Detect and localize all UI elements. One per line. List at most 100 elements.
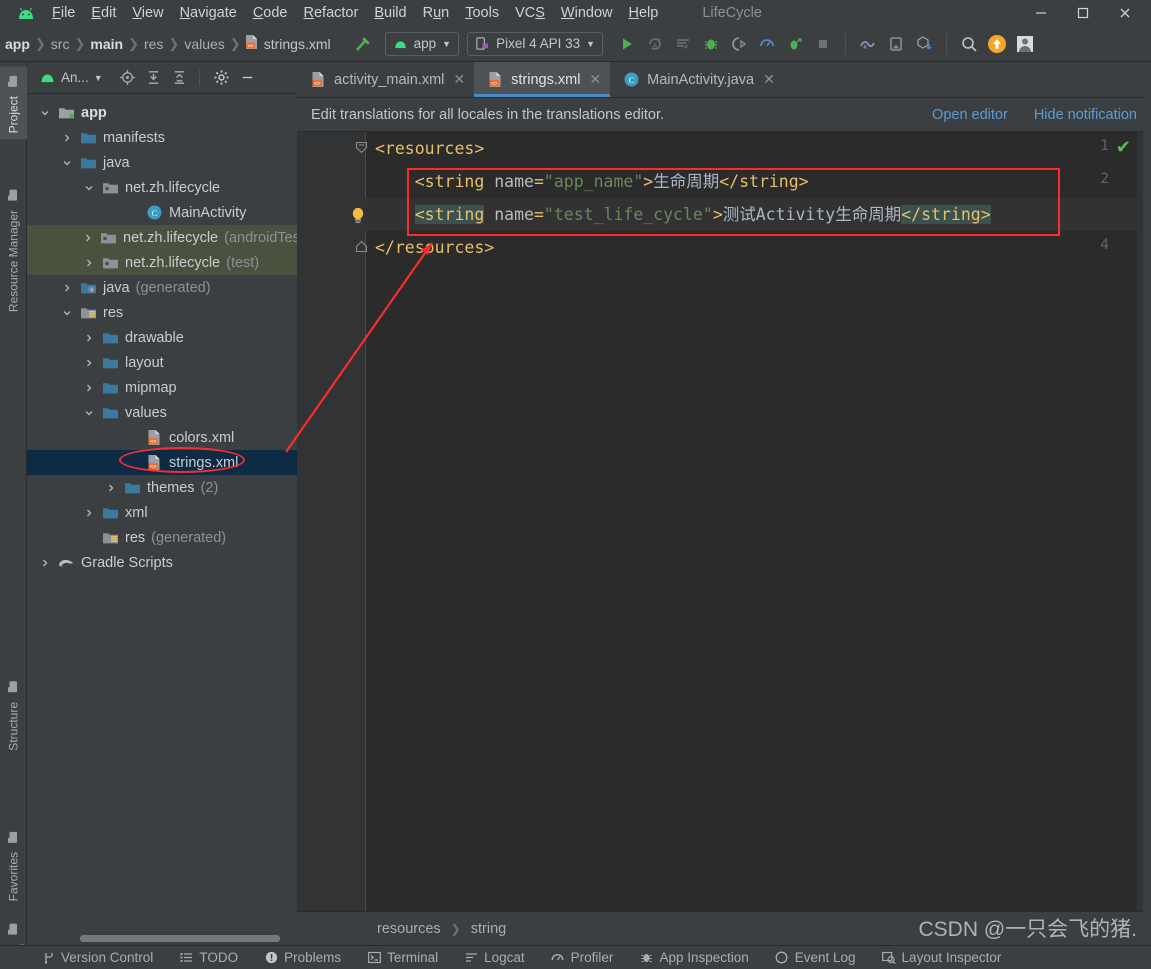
maximize-icon[interactable] xyxy=(1063,0,1103,26)
bottom-tab-logcat[interactable]: Logcat xyxy=(451,950,538,965)
minimize-icon[interactable] xyxy=(1021,0,1061,26)
settings-gear-icon[interactable] xyxy=(211,67,233,89)
bottom-tab-app-inspection[interactable]: App Inspection xyxy=(626,950,761,965)
breadcrumb-current-file[interactable]: <> strings.xml xyxy=(241,34,331,53)
tree-node-layout[interactable]: layout xyxy=(27,350,297,375)
hide-panel-icon[interactable] xyxy=(237,67,259,89)
tree-node-values[interactable]: values xyxy=(27,400,297,425)
attach-debugger-icon[interactable] xyxy=(727,32,751,56)
breadcrumb-resources[interactable]: resources xyxy=(377,921,441,937)
chevron-down-icon[interactable] xyxy=(83,408,95,418)
tree-node-colors-xml[interactable]: <> colors.xml xyxy=(27,425,297,450)
bottom-tab-problems[interactable]: Problems xyxy=(251,950,354,965)
hide-notification-link[interactable]: Hide notification xyxy=(1034,107,1137,123)
breadcrumb-main[interactable]: main xyxy=(85,36,128,52)
code-editor[interactable]: 1 2 3 4 <resources> <string name="app_na… xyxy=(297,132,1151,911)
chevron-down-icon[interactable] xyxy=(61,158,73,168)
breadcrumb-string[interactable]: string xyxy=(471,921,506,937)
apply-changes-icon[interactable]: A xyxy=(643,32,667,56)
menu-item-vcs[interactable]: VCS xyxy=(507,3,553,23)
tree-node-manifests[interactable]: manifests xyxy=(27,125,297,150)
close-icon[interactable] xyxy=(1105,0,1145,26)
tree-node-java[interactable]: java xyxy=(27,150,297,175)
bottom-tab-event-log[interactable]: Event Log xyxy=(762,950,869,965)
chevron-right-icon[interactable] xyxy=(83,258,95,268)
tree-node-net-zh-lifecycle[interactable]: net.zh.lifecycle xyxy=(27,175,297,200)
profiler-icon[interactable] xyxy=(755,32,779,56)
breadcrumb-app[interactable]: app xyxy=(0,36,35,52)
menu-item-file[interactable]: File xyxy=(44,3,83,23)
menu-item-tools[interactable]: Tools xyxy=(457,3,507,23)
search-everywhere-icon[interactable] xyxy=(957,32,981,56)
menu-item-edit[interactable]: Edit xyxy=(83,3,124,23)
code-content[interactable]: <resources> <string name="app_name">生命周期… xyxy=(365,132,1151,911)
tree-node-gradle-scripts[interactable]: Gradle Scripts xyxy=(27,550,297,575)
tool-window-tab-structure[interactable]: Structure xyxy=(0,672,27,757)
chevron-right-icon[interactable] xyxy=(83,508,95,518)
menu-item-navigate[interactable]: Navigate xyxy=(172,3,245,23)
project-panel-horizontal-scrollbar[interactable] xyxy=(80,935,280,942)
sync-gradle-icon[interactable] xyxy=(856,32,880,56)
bottom-tab-terminal[interactable]: Terminal xyxy=(354,950,451,965)
tree-node-app[interactable]: app xyxy=(27,100,297,125)
chevron-right-icon[interactable] xyxy=(61,283,73,293)
code-line-3[interactable]: <string name="test_life_cycle">测试Activit… xyxy=(365,198,1151,231)
tree-node-xml[interactable]: xml xyxy=(27,500,297,525)
tree-node-net-zh-lifecycle[interactable]: net.zh.lifecycle (test) xyxy=(27,250,297,275)
tree-node-themes[interactable]: themes (2) xyxy=(27,475,297,500)
bottom-tab-version-control[interactable]: Version Control xyxy=(28,950,166,965)
avd-manager-icon[interactable] xyxy=(884,32,908,56)
tree-node-drawable[interactable]: drawable xyxy=(27,325,297,350)
editor-tab-mainactivity-java[interactable]: C MainActivity.java ✕ xyxy=(610,62,784,97)
open-editor-link[interactable]: Open editor xyxy=(932,107,1008,123)
tree-node-res[interactable]: res xyxy=(27,300,297,325)
menu-item-view[interactable]: View xyxy=(124,3,171,23)
breadcrumb-res[interactable]: res xyxy=(139,36,168,52)
close-icon[interactable]: ✕ xyxy=(453,71,465,88)
chevron-right-icon[interactable] xyxy=(39,558,51,568)
chevron-right-icon[interactable] xyxy=(83,358,95,368)
menu-item-window[interactable]: Window xyxy=(553,3,621,23)
chevron-right-icon[interactable] xyxy=(83,383,95,393)
locate-icon[interactable] xyxy=(117,67,139,89)
sdk-manager-icon[interactable] xyxy=(912,32,936,56)
code-line-4[interactable]: </resources> xyxy=(375,231,494,264)
breadcrumb-src[interactable]: src xyxy=(46,36,75,52)
tool-window-tab-project[interactable]: Project xyxy=(0,66,27,140)
collapse-all-icon[interactable] xyxy=(169,67,191,89)
menu-item-build[interactable]: Build xyxy=(366,3,414,23)
expand-all-icon[interactable] xyxy=(143,67,165,89)
tree-node-res[interactable]: res (generated) xyxy=(27,525,297,550)
hammer-icon[interactable] xyxy=(349,32,377,56)
chevron-right-icon[interactable] xyxy=(61,133,73,143)
close-icon[interactable]: ✕ xyxy=(589,71,601,88)
chevron-down-icon[interactable] xyxy=(61,308,73,318)
bottom-tab-layout-inspector[interactable]: Layout Inspector xyxy=(869,950,1015,965)
run-with-coverage-icon[interactable] xyxy=(783,32,807,56)
device-selector[interactable]: Pixel 4 API 33 ▼ xyxy=(467,31,604,56)
debug-icon[interactable] xyxy=(699,32,723,56)
stop-icon[interactable] xyxy=(811,32,835,56)
tree-node-java[interactable]: java (generated) xyxy=(27,275,297,300)
chevron-right-icon[interactable] xyxy=(83,333,95,343)
tree-node-strings-xml[interactable]: <> strings.xml xyxy=(27,450,297,475)
tree-node-mainactivity[interactable]: C MainActivity xyxy=(27,200,297,225)
chevron-right-icon[interactable] xyxy=(83,233,93,243)
code-line-2[interactable]: <string name="app_name">生命周期</string> xyxy=(375,165,809,198)
tree-node-mipmap[interactable]: mipmap xyxy=(27,375,297,400)
update-available-icon[interactable] xyxy=(985,32,1009,56)
bottom-tab-todo[interactable]: TODO xyxy=(166,950,251,965)
run-icon[interactable] xyxy=(615,32,639,56)
project-view-selector[interactable]: An... ▼ xyxy=(39,70,103,85)
menu-item-refactor[interactable]: Refactor xyxy=(296,3,367,23)
menu-item-run[interactable]: Run xyxy=(415,3,458,23)
editor-tab-strings-xml[interactable]: <> strings.xml ✕ xyxy=(474,62,611,97)
apply-code-changes-icon[interactable] xyxy=(671,32,695,56)
menu-item-help[interactable]: Help xyxy=(620,3,666,23)
editor-tab-activity-main-xml[interactable]: <> activity_main.xml ✕ xyxy=(297,62,474,97)
code-line-1[interactable]: <resources> xyxy=(375,132,484,165)
chevron-down-icon[interactable] xyxy=(83,183,95,193)
chevron-down-icon[interactable] xyxy=(39,108,51,118)
chevron-right-icon[interactable] xyxy=(105,483,117,493)
tree-node-net-zh-lifecycle[interactable]: net.zh.lifecycle (androidTest) xyxy=(27,225,309,250)
